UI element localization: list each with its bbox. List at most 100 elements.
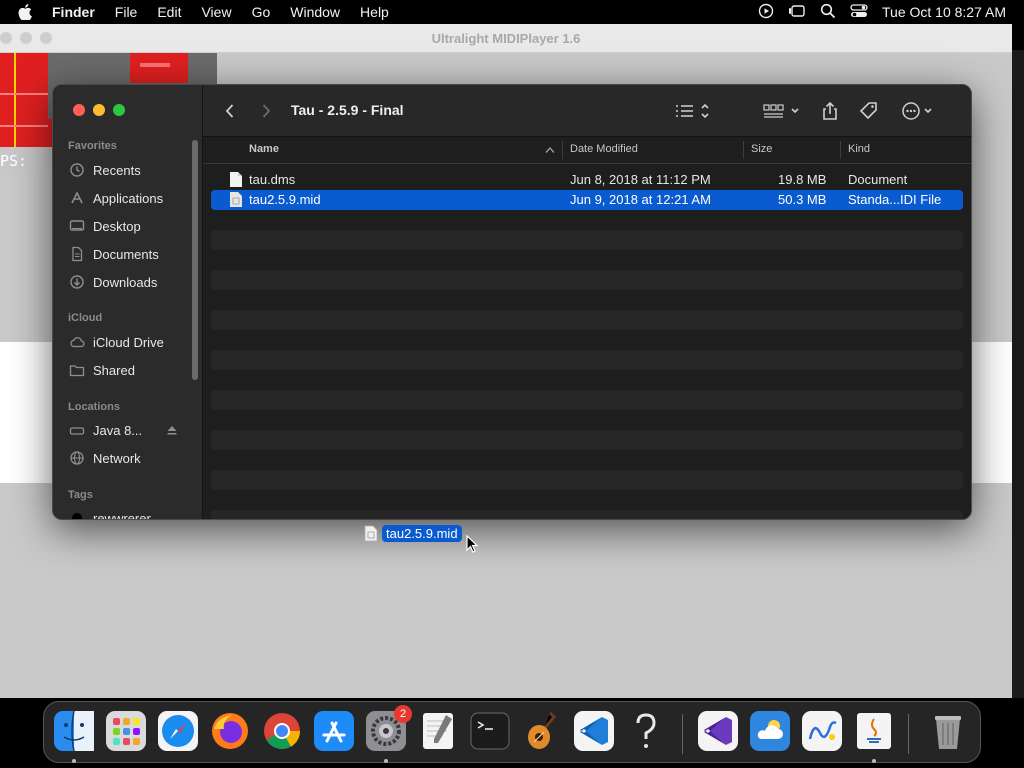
clock-icon — [70, 163, 84, 177]
sidebar-item-label: iCloud Drive — [93, 334, 164, 350]
column-date-modified[interactable]: Date Modified — [570, 143, 638, 155]
midi-file-icon — [364, 525, 378, 542]
more-actions-button[interactable] — [901, 100, 937, 122]
group-button[interactable] — [763, 100, 803, 122]
sidebar-item-java-disk[interactable]: Java 8... — [69, 419, 189, 441]
java-icon[interactable] — [852, 709, 896, 753]
sidebar-item-label: Documents — [93, 246, 159, 262]
column-kind[interactable]: Kind — [848, 143, 870, 155]
back-button[interactable] — [223, 100, 237, 122]
sidebar-item-desktop[interactable]: Desktop — [69, 215, 189, 237]
file-list: tau.dms Jun 8, 2018 at 11:12 PM 19.8 MB … — [203, 165, 971, 519]
empty-row — [211, 230, 963, 250]
disk-icon — [69, 427, 85, 435]
file-name: tau.dms — [249, 172, 296, 187]
finder-window-controls — [73, 104, 125, 116]
chrome-icon[interactable] — [260, 709, 304, 753]
empty-row — [211, 390, 963, 410]
share-button[interactable] — [821, 100, 839, 122]
firefox-icon[interactable] — [208, 709, 252, 753]
vscode-icon[interactable] — [572, 709, 616, 753]
close-button[interactable] — [73, 104, 85, 116]
tag-icon — [859, 102, 877, 120]
safari-icon[interactable] — [156, 709, 200, 753]
screen-recording-icon[interactable] — [758, 3, 774, 22]
app-store-icon[interactable] — [312, 709, 356, 753]
file-date: Jun 9, 2018 at 12:21 AM — [570, 192, 711, 207]
sidebar-item-label: Applications — [93, 190, 164, 206]
sidebar-section-tags: Tags — [68, 489, 93, 501]
garageband-icon[interactable] — [520, 709, 564, 753]
desktop-edge — [1012, 50, 1024, 698]
sidebar-item-downloads[interactable]: Downloads — [69, 271, 189, 293]
midiplayer-title: Ultralight MIDIPlayer 1.6 — [431, 31, 581, 46]
trash-icon[interactable] — [926, 709, 970, 753]
spotlight-search-icon[interactable] — [820, 3, 836, 22]
empty-row — [211, 270, 963, 290]
visual-studio-icon[interactable] — [696, 709, 740, 753]
apple-menu-icon[interactable] — [0, 4, 50, 20]
zoom-button[interactable] — [113, 104, 125, 116]
file-row-selected[interactable]: tau2.5.9.mid Jun 9, 2018 at 12:21 AM 50.… — [211, 190, 963, 210]
empty-row — [211, 510, 963, 519]
file-date: Jun 8, 2018 at 11:12 PM — [570, 172, 711, 187]
sidebar-scrollbar[interactable] — [192, 140, 198, 380]
sidebar-item-network[interactable]: Network — [69, 447, 189, 469]
menu-edit[interactable]: Edit — [147, 4, 191, 20]
menu-window[interactable]: Window — [280, 4, 350, 20]
ellipsis-circle-icon — [902, 102, 932, 120]
menu-file[interactable]: File — [105, 4, 148, 20]
menu-help[interactable]: Help — [350, 4, 399, 20]
tags-button[interactable] — [859, 100, 879, 122]
applications-icon — [71, 191, 83, 204]
menu-app-name[interactable]: Finder — [50, 4, 105, 20]
empty-row — [211, 430, 963, 450]
cloud-icon — [70, 337, 85, 348]
view-options-button[interactable] — [675, 100, 711, 122]
sidebar-section-icloud: iCloud — [68, 312, 103, 324]
grid-icon — [763, 104, 799, 118]
sidebar-item-label: Recents — [93, 162, 141, 178]
column-size[interactable]: Size — [751, 143, 772, 155]
sidebar-item-documents[interactable]: Documents — [69, 243, 189, 265]
help-icon[interactable] — [624, 709, 668, 753]
sidebar-item-shared[interactable]: Shared — [69, 359, 189, 381]
stage-manager-icon[interactable] — [788, 3, 806, 22]
finder-icon[interactable] — [52, 709, 96, 753]
sidebar-item-icloud-drive[interactable]: iCloud Drive — [69, 331, 189, 353]
forward-button[interactable] — [259, 100, 273, 122]
drag-label: tau2.5.9.mid — [382, 525, 462, 542]
sidebar-item-label: Network — [93, 450, 141, 466]
sort-ascending-icon[interactable] — [545, 146, 555, 154]
file-size: 19.8 MB — [778, 172, 827, 187]
sidebar-section-favorites: Favorites — [68, 140, 117, 152]
column-name[interactable]: Name — [249, 143, 279, 155]
file-kind: Standa...IDI File — [848, 192, 942, 207]
sidebar-item-label: Desktop — [93, 218, 141, 234]
sidebar-item-applications[interactable]: Applications — [69, 187, 189, 209]
chevron-right-icon — [262, 104, 271, 118]
tag-dot-icon — [72, 513, 82, 519]
system-settings-icon[interactable]: 2 — [364, 705, 412, 753]
textedit-icon[interactable] — [416, 709, 460, 753]
chevron-left-icon — [225, 104, 234, 118]
share-icon — [823, 101, 837, 120]
minimize-button[interactable] — [93, 104, 105, 116]
sidebar-section-locations: Locations — [68, 401, 120, 413]
list-view-icon — [676, 103, 709, 119]
weather-icon[interactable] — [748, 709, 792, 753]
freeform-icon[interactable] — [800, 709, 844, 753]
sidebar-item-recents[interactable]: Recents — [69, 159, 189, 181]
drag-preview: tau2.5.9.mid — [364, 525, 462, 542]
clock[interactable]: Tue Oct 10 8:27 AM — [882, 4, 1006, 20]
terminal-icon[interactable] — [468, 709, 512, 753]
launchpad-icon[interactable] — [104, 709, 148, 753]
sidebar-item-tag[interactable]: rewwrerer — [69, 507, 189, 519]
file-row[interactable]: tau.dms Jun 8, 2018 at 11:12 PM 19.8 MB … — [211, 170, 963, 190]
eject-icon[interactable] — [164, 424, 180, 436]
document-icon — [72, 246, 83, 262]
menu-view[interactable]: View — [191, 4, 241, 20]
menu-go[interactable]: Go — [242, 4, 281, 20]
fps-label: PS: — [0, 152, 28, 170]
control-center-icon[interactable] — [850, 3, 868, 22]
